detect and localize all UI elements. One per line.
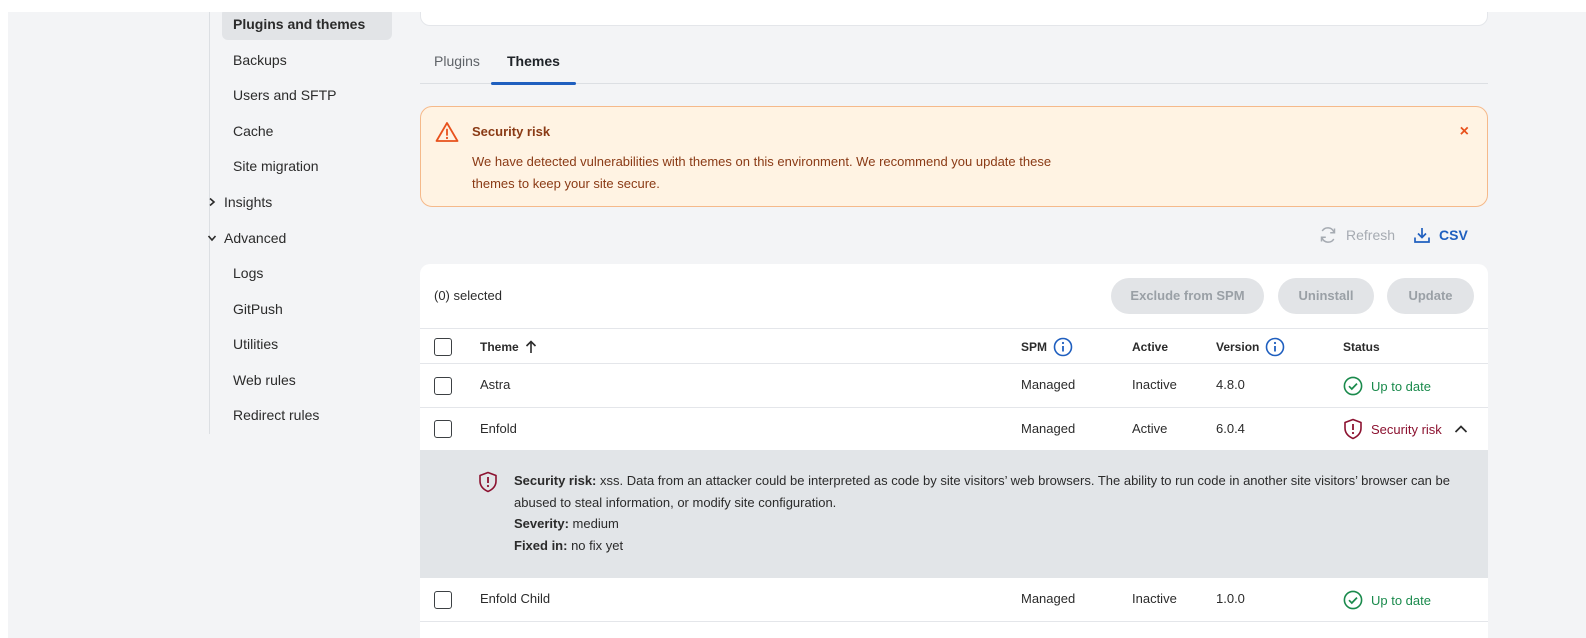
status-badge: Security risk [1343, 408, 1468, 450]
spm-value: Managed [1021, 377, 1076, 392]
table-row: Enfold Child Managed Inactive 1.0.0 Up t… [420, 578, 1488, 622]
chevron-up-icon[interactable] [1454, 424, 1468, 434]
severity-value: medium [572, 516, 619, 531]
shield-alert-icon [1344, 418, 1362, 440]
check-circle-icon [1343, 590, 1363, 610]
sidebar: Plugins and themes Backups Users and SFT… [8, 12, 408, 638]
download-icon [1414, 228, 1430, 243]
update-button[interactable]: Update [1387, 278, 1474, 314]
refresh-label: Refresh [1346, 227, 1396, 243]
table-toolbar: Refresh CSV [1318, 222, 1468, 248]
table-header: Theme SPM Active Version Status [420, 328, 1488, 364]
sidebar-item-cache[interactable]: Cache [222, 115, 392, 147]
spm-value: Managed [1021, 591, 1076, 606]
sidebar-item-gitpush[interactable]: GitPush [222, 293, 392, 325]
info-icon[interactable] [1265, 337, 1285, 357]
column-theme[interactable]: Theme [480, 329, 537, 365]
tab-plugins[interactable]: Plugins [434, 46, 480, 84]
refresh-icon [1320, 227, 1336, 243]
column-version-label: Version [1216, 339, 1260, 354]
uninstall-button[interactable]: Uninstall [1278, 278, 1374, 314]
sidebar-item-users-and-sftp[interactable]: Users and SFTP [222, 79, 392, 111]
sort-ascending-icon [525, 340, 536, 353]
warning-triangle-icon [435, 121, 459, 146]
sidebar-item-logs[interactable]: Logs [222, 257, 392, 289]
fixed-in-line: Fixed in: no fix yet [514, 535, 1464, 557]
column-version: Version [1216, 329, 1285, 365]
sidebar-item-backups[interactable]: Backups [222, 44, 392, 76]
row-checkbox[interactable] [434, 591, 452, 609]
vulnerability-details: Security risk: xss. Data from an attacke… [420, 450, 1488, 578]
severity-label: Severity: [514, 516, 569, 531]
active-value: Inactive [1132, 591, 1177, 606]
sidebar-item-utilities[interactable]: Utilities [222, 328, 392, 360]
sidebar-group-label: Insights [224, 194, 273, 210]
csv-label: CSV [1439, 227, 1468, 243]
fixed-in-value: no fix yet [571, 537, 624, 553]
page: Plugins and themes Backups Users and SFT… [8, 12, 1586, 638]
theme-name: Enfold [480, 421, 517, 436]
status-label: Up to date [1371, 378, 1431, 394]
status-label: Up to date [1371, 592, 1431, 608]
fixed-in-label: Fixed in: [514, 537, 568, 553]
active-value: Inactive [1132, 377, 1177, 392]
risk-label: Security risk: [514, 473, 597, 488]
version-value: 1.0.0 [1216, 591, 1245, 606]
table-row: Astra Managed Inactive 4.8.0 Up to date [420, 364, 1488, 408]
sidebar-group-insights[interactable]: Insights [204, 186, 272, 218]
status-badge: Up to date [1343, 364, 1431, 408]
shield-alert-icon [478, 471, 498, 496]
select-all-checkbox[interactable] [434, 338, 452, 356]
risk-description: Security risk: xss. Data from an attacke… [514, 470, 1464, 513]
refresh-button[interactable]: Refresh [1318, 225, 1395, 245]
themes-table: (0) selected Exclude from SPM Uninstall … [420, 264, 1488, 638]
alert-message: We have detected vulnerabilities with th… [472, 154, 1052, 191]
check-circle-icon [1343, 376, 1363, 396]
tab-themes[interactable]: Themes [491, 46, 576, 85]
active-value: Active [1132, 421, 1168, 436]
chevron-right-icon [204, 194, 220, 210]
status-label: Security risk [1371, 421, 1442, 437]
row-checkbox[interactable] [434, 377, 452, 395]
severity-line: Severity: medium [514, 513, 1464, 535]
selected-count: (0) selected [434, 288, 502, 303]
sidebar-item-redirect-rules[interactable]: Redirect rules [222, 399, 392, 431]
version-value: 6.0.4 [1216, 421, 1245, 436]
tab-bar: Plugins Themes [420, 46, 1488, 85]
exclude-from-spm-button[interactable]: Exclude from SPM [1111, 278, 1264, 314]
vulnerability-text: Security risk: xss. Data from an attacke… [514, 470, 1464, 556]
status-badge: Up to date [1343, 578, 1431, 622]
sidebar-group-label: Advanced [224, 230, 287, 246]
previous-card [420, 12, 1488, 26]
risk-text: xss. Data from an attacker could be inte… [514, 473, 1450, 510]
row-checkbox[interactable] [434, 420, 452, 438]
theme-name: Astra [480, 377, 511, 392]
sidebar-item-site-migration[interactable]: Site migration [222, 150, 392, 182]
security-alert: Security risk We have detected vulnerabi… [420, 106, 1488, 207]
table-row[interactable]: Enfold Managed Active 6.0.4 Security ris… [420, 408, 1488, 450]
column-theme-label: Theme [480, 339, 519, 354]
column-spm-label: SPM [1021, 339, 1048, 354]
chevron-down-icon [204, 230, 220, 246]
sidebar-item-web-rules[interactable]: Web rules [222, 364, 392, 396]
column-active: Active [1132, 339, 1169, 354]
spm-value: Managed [1021, 421, 1076, 436]
column-spm: SPM [1021, 329, 1073, 365]
close-icon[interactable]: × [1460, 123, 1469, 141]
info-icon[interactable] [1053, 337, 1073, 357]
alert-title: Security risk [472, 124, 551, 139]
column-status: Status [1343, 339, 1380, 354]
theme-name: Enfold Child [480, 591, 551, 606]
csv-download-button[interactable]: CSV [1413, 226, 1468, 244]
version-value: 4.8.0 [1216, 377, 1245, 392]
sidebar-group-advanced[interactable]: Advanced [204, 222, 286, 254]
sidebar-item-plugins-and-themes[interactable]: Plugins and themes [222, 12, 392, 40]
